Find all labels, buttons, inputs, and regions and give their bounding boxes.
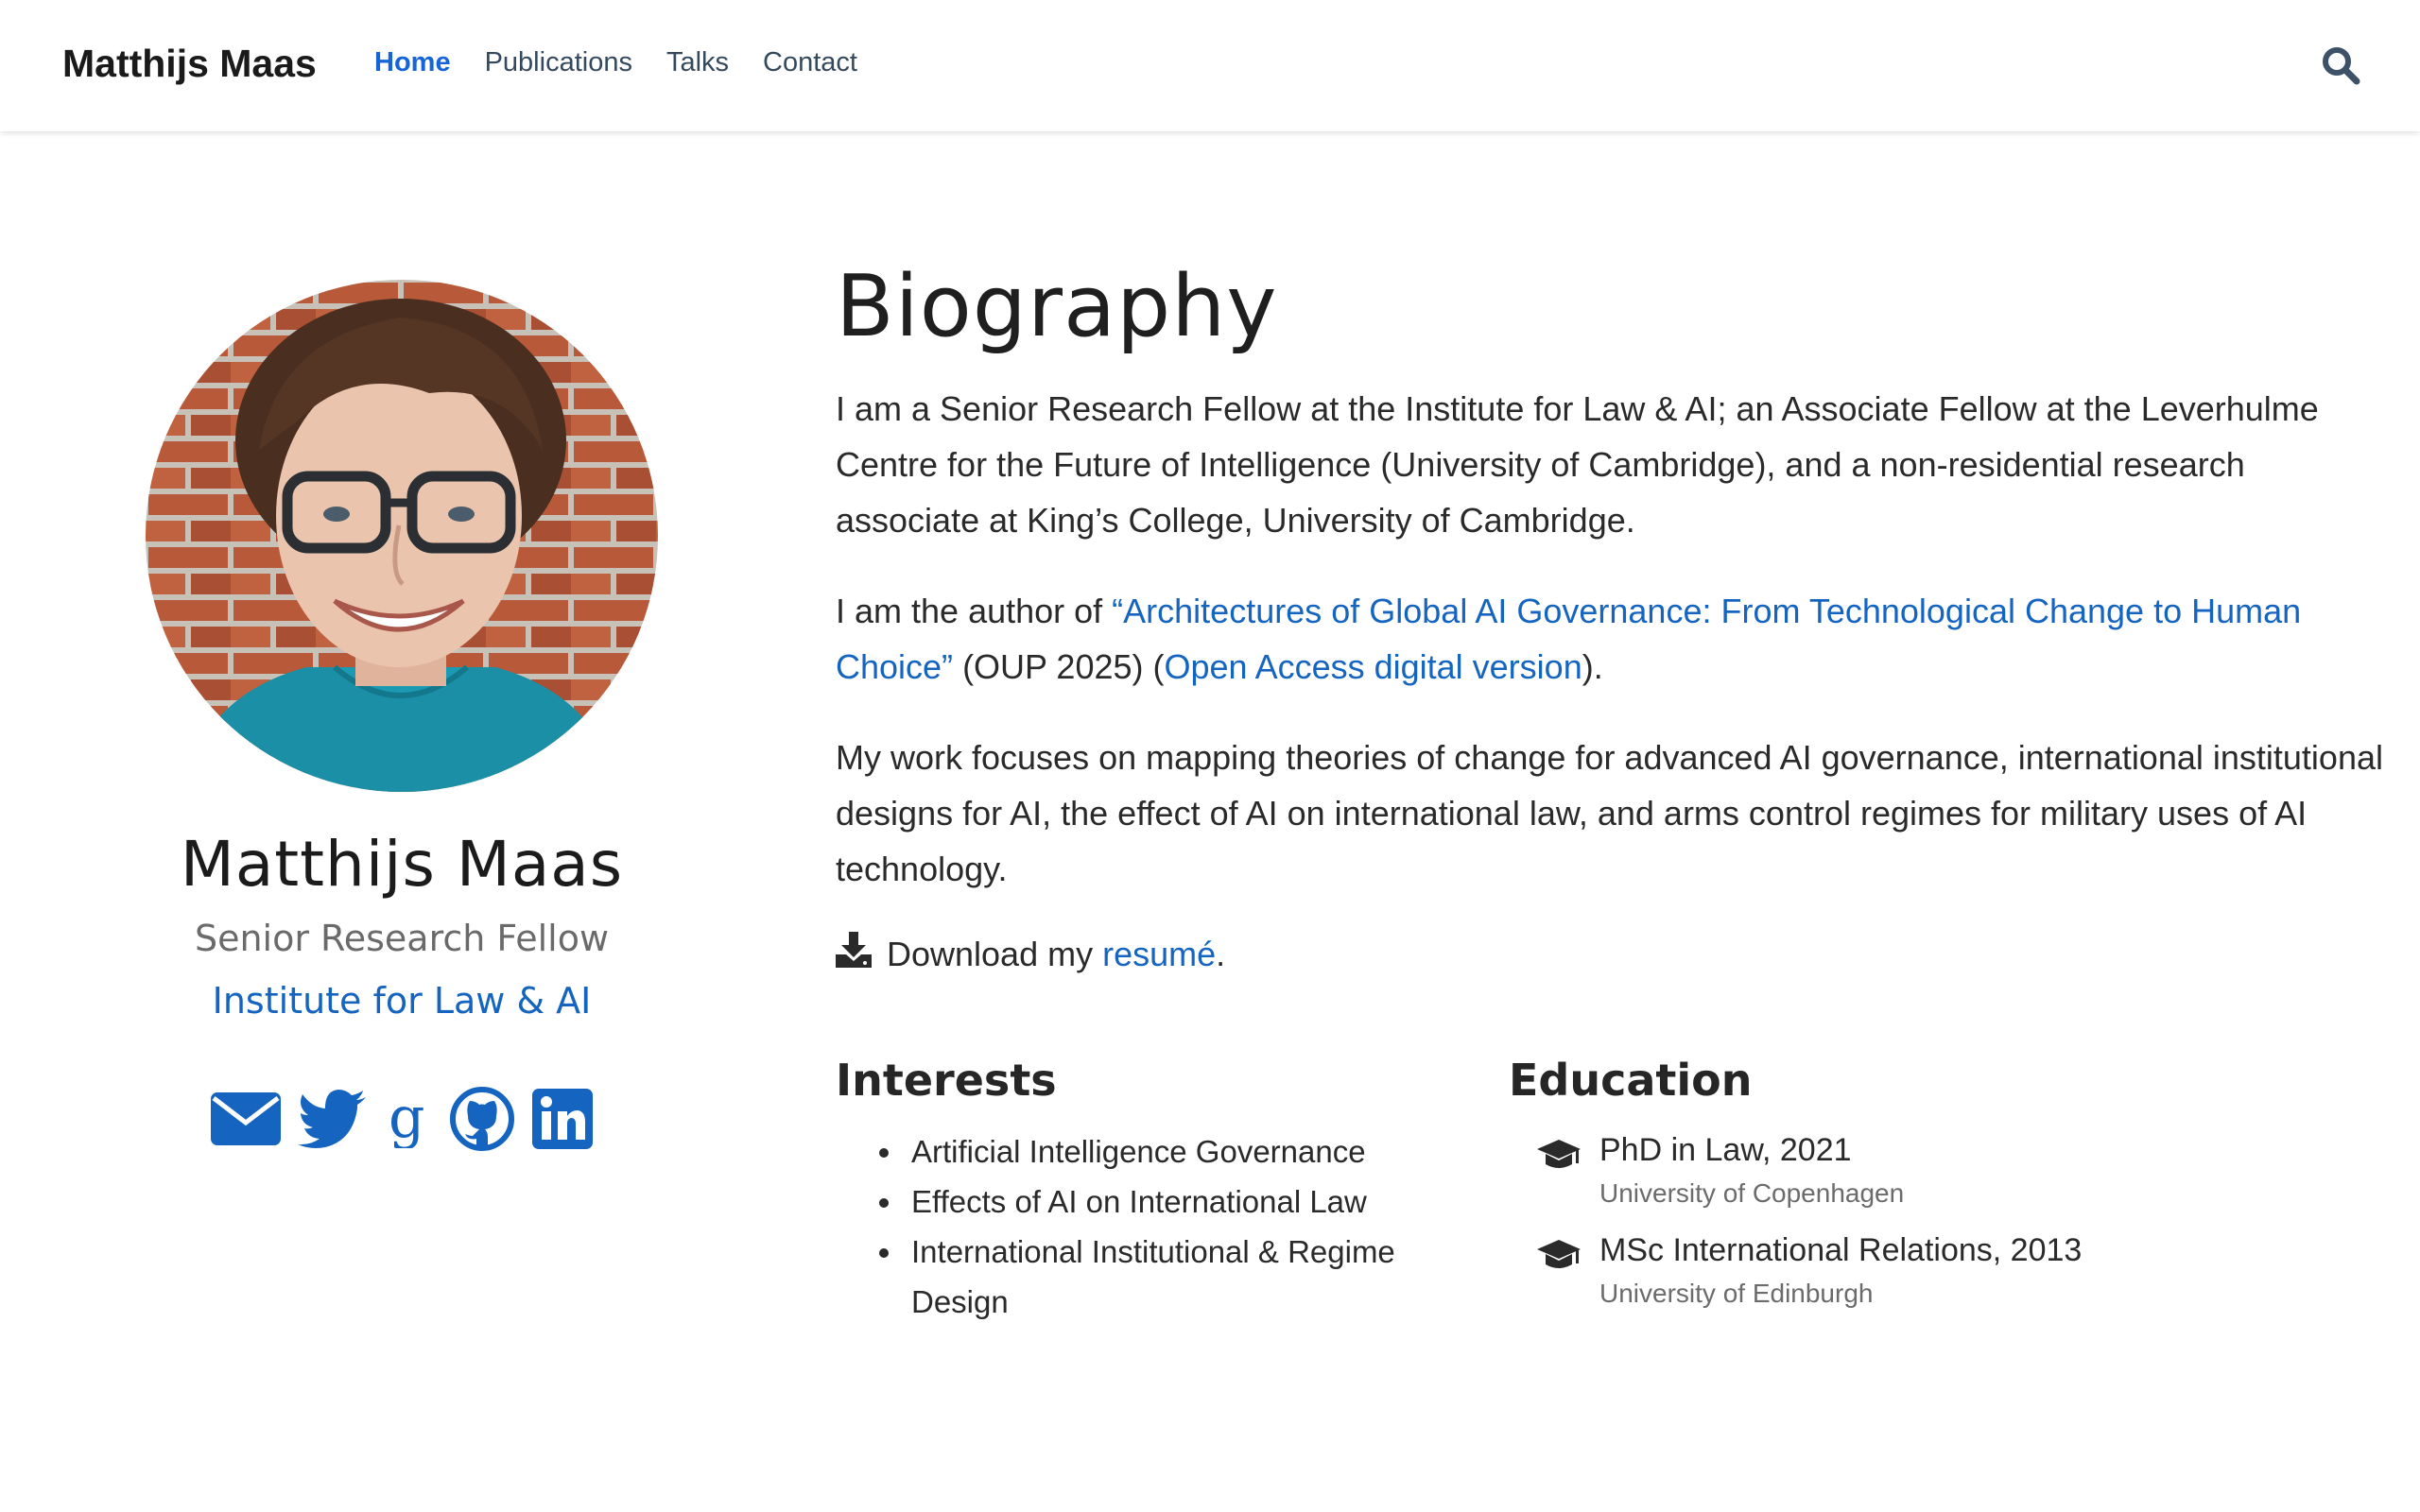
education-title: Education <box>1509 1055 1753 1106</box>
avatar <box>146 280 658 792</box>
profile-card: Matthijs Maas Senior Research Fellow Ins… <box>57 280 747 1157</box>
download-prefix: Download my <box>887 934 1103 973</box>
google-scholar-icon[interactable]: g <box>385 1085 432 1153</box>
book-intro-text: I am the author of <box>836 592 1113 630</box>
interests-list: Artificial Intelligence Governance Effec… <box>836 1126 1509 1327</box>
education-degree: MSc International Relations, 2013 <box>1599 1232 2083 1268</box>
profile-organization-link[interactable]: Institute for Law & AI <box>57 980 747 1022</box>
book-closing-text: ). <box>1582 647 1603 686</box>
svg-text:g: g <box>389 1090 424 1148</box>
top-navbar: Matthijs Maas Home Publications Talks Co… <box>0 0 2420 131</box>
open-access-link[interactable]: Open Access digital version <box>1164 647 1582 686</box>
download-text: Download my resumé. <box>887 935 1225 974</box>
interests-section: Interests Artificial Intelligence Govern… <box>836 1055 1509 1327</box>
biography-paragraph-1: I am a Senior Research Fellow at the Ins… <box>836 389 2319 540</box>
download-resume-line: Download my resumé. <box>836 932 2386 976</box>
book-publisher-text: (OUP 2025) ( <box>953 647 1165 686</box>
social-links: g <box>57 1085 747 1157</box>
biography-paragraph-2: I am the author of “Architectures of Glo… <box>836 583 2386 695</box>
interests-education-row: Interests Artificial Intelligence Govern… <box>836 1055 2386 1327</box>
graduation-cap-icon <box>1509 1126 1599 1213</box>
site-brand[interactable]: Matthijs Maas <box>62 42 317 86</box>
profile-name: Matthijs Maas <box>180 828 624 901</box>
resume-link[interactable]: resumé <box>1102 935 1216 973</box>
list-item: Effects of AI on International Law <box>836 1177 1441 1227</box>
graduation-cap-icon <box>1509 1227 1599 1314</box>
nav-link-contact[interactable]: Contact <box>763 47 857 78</box>
education-section: Education PhD in Law, 2021 University of… <box>1509 1055 2360 1327</box>
biography-title: Biography <box>836 257 1278 356</box>
nav-link-talks[interactable]: Talks <box>666 47 729 78</box>
education-school: University of Edinburgh <box>1599 1279 1874 1308</box>
nav-link-publications[interactable]: Publications <box>485 47 632 78</box>
nav-links: Home Publications Talks Contact <box>374 47 857 78</box>
education-school: University of Copenhagen <box>1599 1178 1905 1208</box>
list-item: International Institutional & Regime Des… <box>836 1227 1441 1327</box>
envelope-icon[interactable] <box>211 1092 281 1150</box>
linkedin-icon[interactable] <box>532 1089 593 1154</box>
interests-title: Interests <box>836 1055 1057 1106</box>
biography-section: Biography I am a Senior Research Fellow … <box>836 257 2386 976</box>
profile-role: Senior Research Fellow <box>194 918 610 959</box>
education-degree: PhD in Law, 2021 <box>1599 1132 1852 1168</box>
nav-link-home[interactable]: Home <box>374 47 451 78</box>
education-item: PhD in Law, 2021 University of Copenhage… <box>1509 1126 2360 1213</box>
biography-paragraph-3: My work focuses on mapping theories of c… <box>836 738 2383 888</box>
download-icon <box>836 932 872 976</box>
search-icon[interactable] <box>2321 45 2360 85</box>
twitter-icon[interactable] <box>298 1090 368 1153</box>
list-item: Artificial Intelligence Governance <box>836 1126 1441 1177</box>
github-icon[interactable] <box>449 1086 515 1157</box>
education-item: MSc International Relations, 2013 Univer… <box>1509 1227 2360 1314</box>
download-suffix: . <box>1216 934 1226 973</box>
